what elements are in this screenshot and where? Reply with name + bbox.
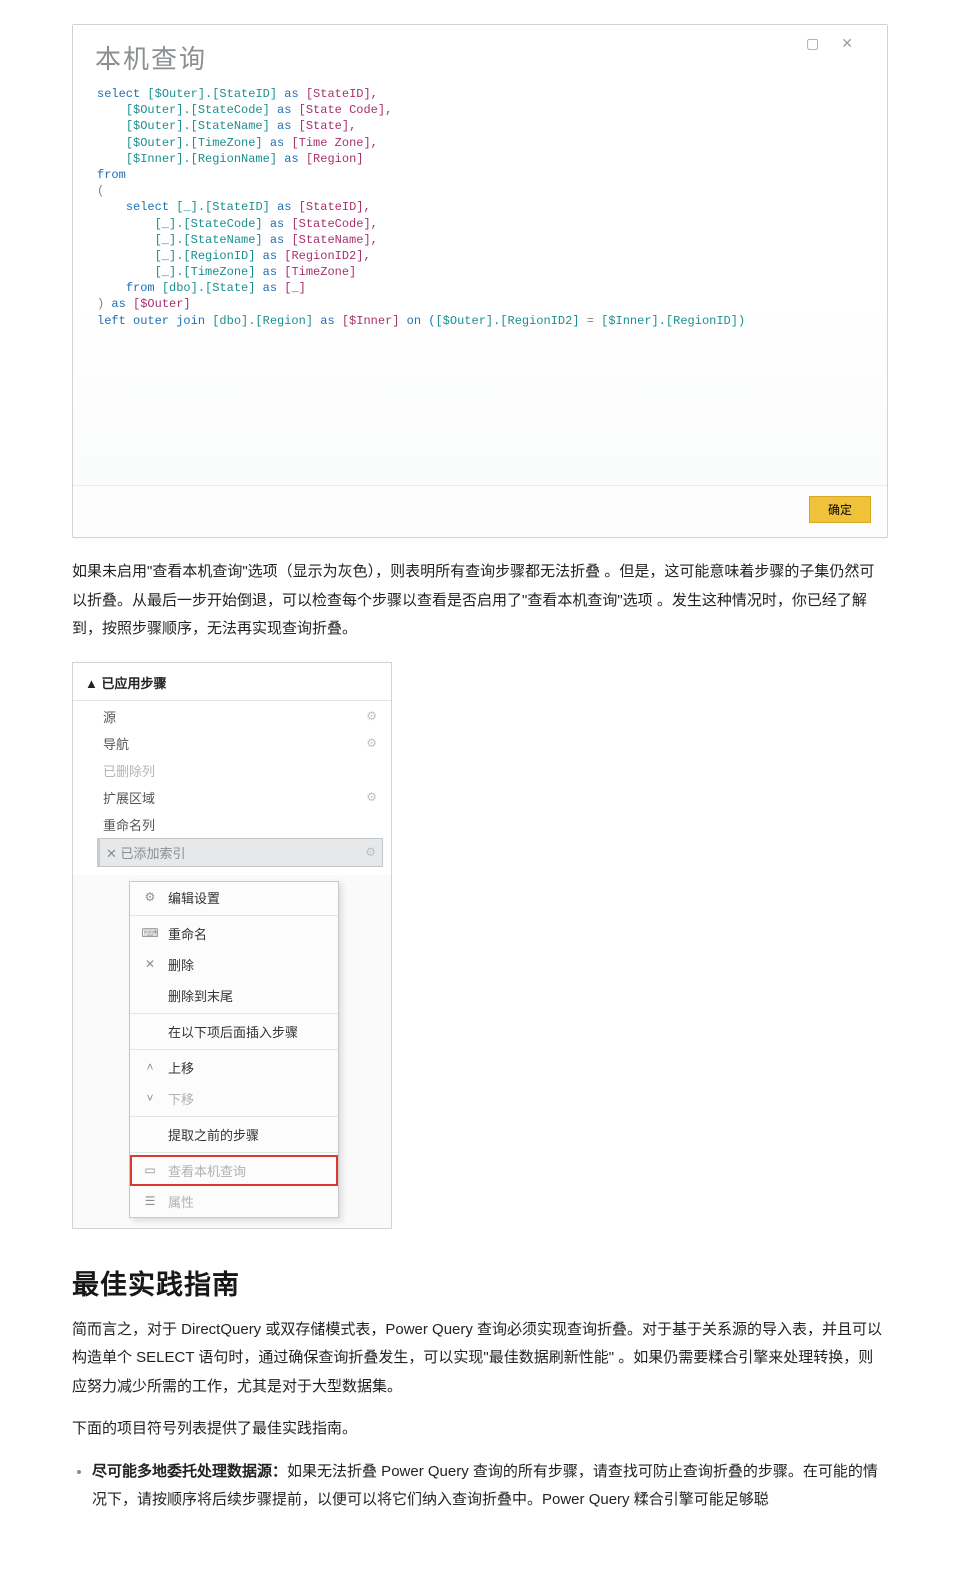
applied-steps-panel: ▲ 已应用步骤 源⚙ 导航⚙ 已删除列 扩展区域⚙ 重命名列 ✕ 已添加索引⚙ xyxy=(72,662,392,1229)
gear-icon[interactable]: ⚙ xyxy=(366,736,377,750)
step-rename-columns[interactable]: 重命名列 xyxy=(97,811,383,838)
gear-icon: ⚙ xyxy=(142,890,158,904)
ctx-edit-settings[interactable]: ⚙ 编辑设置 xyxy=(130,882,338,913)
ctx-move-down: ˅ 下移 xyxy=(130,1083,338,1114)
properties-icon: ☰ xyxy=(142,1194,158,1208)
ok-button[interactable]: 确定 xyxy=(809,496,871,523)
best-practices-list: 尽可能多地委托处理数据源：如果无法折叠 Power Query 查询的所有步骤，… xyxy=(72,1458,888,1515)
ctx-move-up[interactable]: ˄ 上移 xyxy=(130,1052,338,1083)
applied-steps-header: ▲ 已应用步骤 xyxy=(73,663,391,701)
ctx-properties: ☰ 属性 xyxy=(130,1186,338,1217)
list-item: 尽可能多地委托处理数据源：如果无法折叠 Power Query 查询的所有步骤，… xyxy=(92,1458,888,1515)
paragraph-bullet-intro: 下面的项目符号列表提供了最佳实践指南。 xyxy=(72,1415,888,1444)
gear-icon[interactable]: ⚙ xyxy=(365,845,376,859)
ctx-rename[interactable]: ⌨ 重命名 xyxy=(130,918,338,949)
chevron-down-icon: ˅ xyxy=(142,1091,158,1105)
ctx-view-native-query-disabled: ▭ 查看本机查询 xyxy=(130,1155,338,1186)
document-icon: ▭ xyxy=(142,1163,158,1177)
ctx-insert-after[interactable]: 在以下项后面插入步骤 xyxy=(130,1016,338,1047)
step-removed-columns[interactable]: 已删除列 xyxy=(97,757,383,784)
dialog-title: 本机查询 xyxy=(95,39,865,76)
step-navigation[interactable]: 导航⚙ xyxy=(97,730,383,757)
step-expand-region[interactable]: 扩展区域⚙ xyxy=(97,784,383,811)
sql-code-block: select [$Outer].[StateID] as [StateID], … xyxy=(95,86,865,329)
window-restore-icon[interactable]: ▢ xyxy=(806,35,819,52)
step-source[interactable]: 源⚙ xyxy=(97,703,383,730)
paragraph-best-practices-intro: 简而言之，对于 DirectQuery 或双存储模式表，Power Query … xyxy=(72,1316,888,1402)
step-added-index-selected[interactable]: ✕ 已添加索引⚙ xyxy=(97,838,383,867)
window-controls: ▢ ✕ xyxy=(806,35,853,52)
step-context-menu: ⚙ 编辑设置 ⌨ 重命名 ✕ 删除 删除到末尾 在以下项后面插入步骤 xyxy=(129,881,339,1218)
gear-icon[interactable]: ⚙ xyxy=(366,790,377,804)
window-close-icon[interactable]: ✕ xyxy=(841,35,853,52)
delete-icon: ✕ xyxy=(142,957,158,971)
ctx-delete[interactable]: ✕ 删除 xyxy=(130,949,338,980)
native-query-dialog: ▢ ✕ 本机查询 select [$Outer].[StateID] as [S… xyxy=(72,24,888,538)
section-best-practices: 最佳实践指南 xyxy=(72,1263,888,1302)
rename-icon: ⌨ xyxy=(142,926,158,940)
ctx-extract-previous[interactable]: 提取之前的步骤 xyxy=(130,1119,338,1150)
chevron-up-icon: ˄ xyxy=(142,1060,158,1074)
paragraph-folding-explanation: 如果未启用"查看本机查询"选项（显示为灰色），则表明所有查询步骤都无法折叠 。但… xyxy=(72,558,888,644)
gear-icon[interactable]: ⚙ xyxy=(366,709,377,723)
ctx-delete-to-end[interactable]: 删除到末尾 xyxy=(130,980,338,1011)
